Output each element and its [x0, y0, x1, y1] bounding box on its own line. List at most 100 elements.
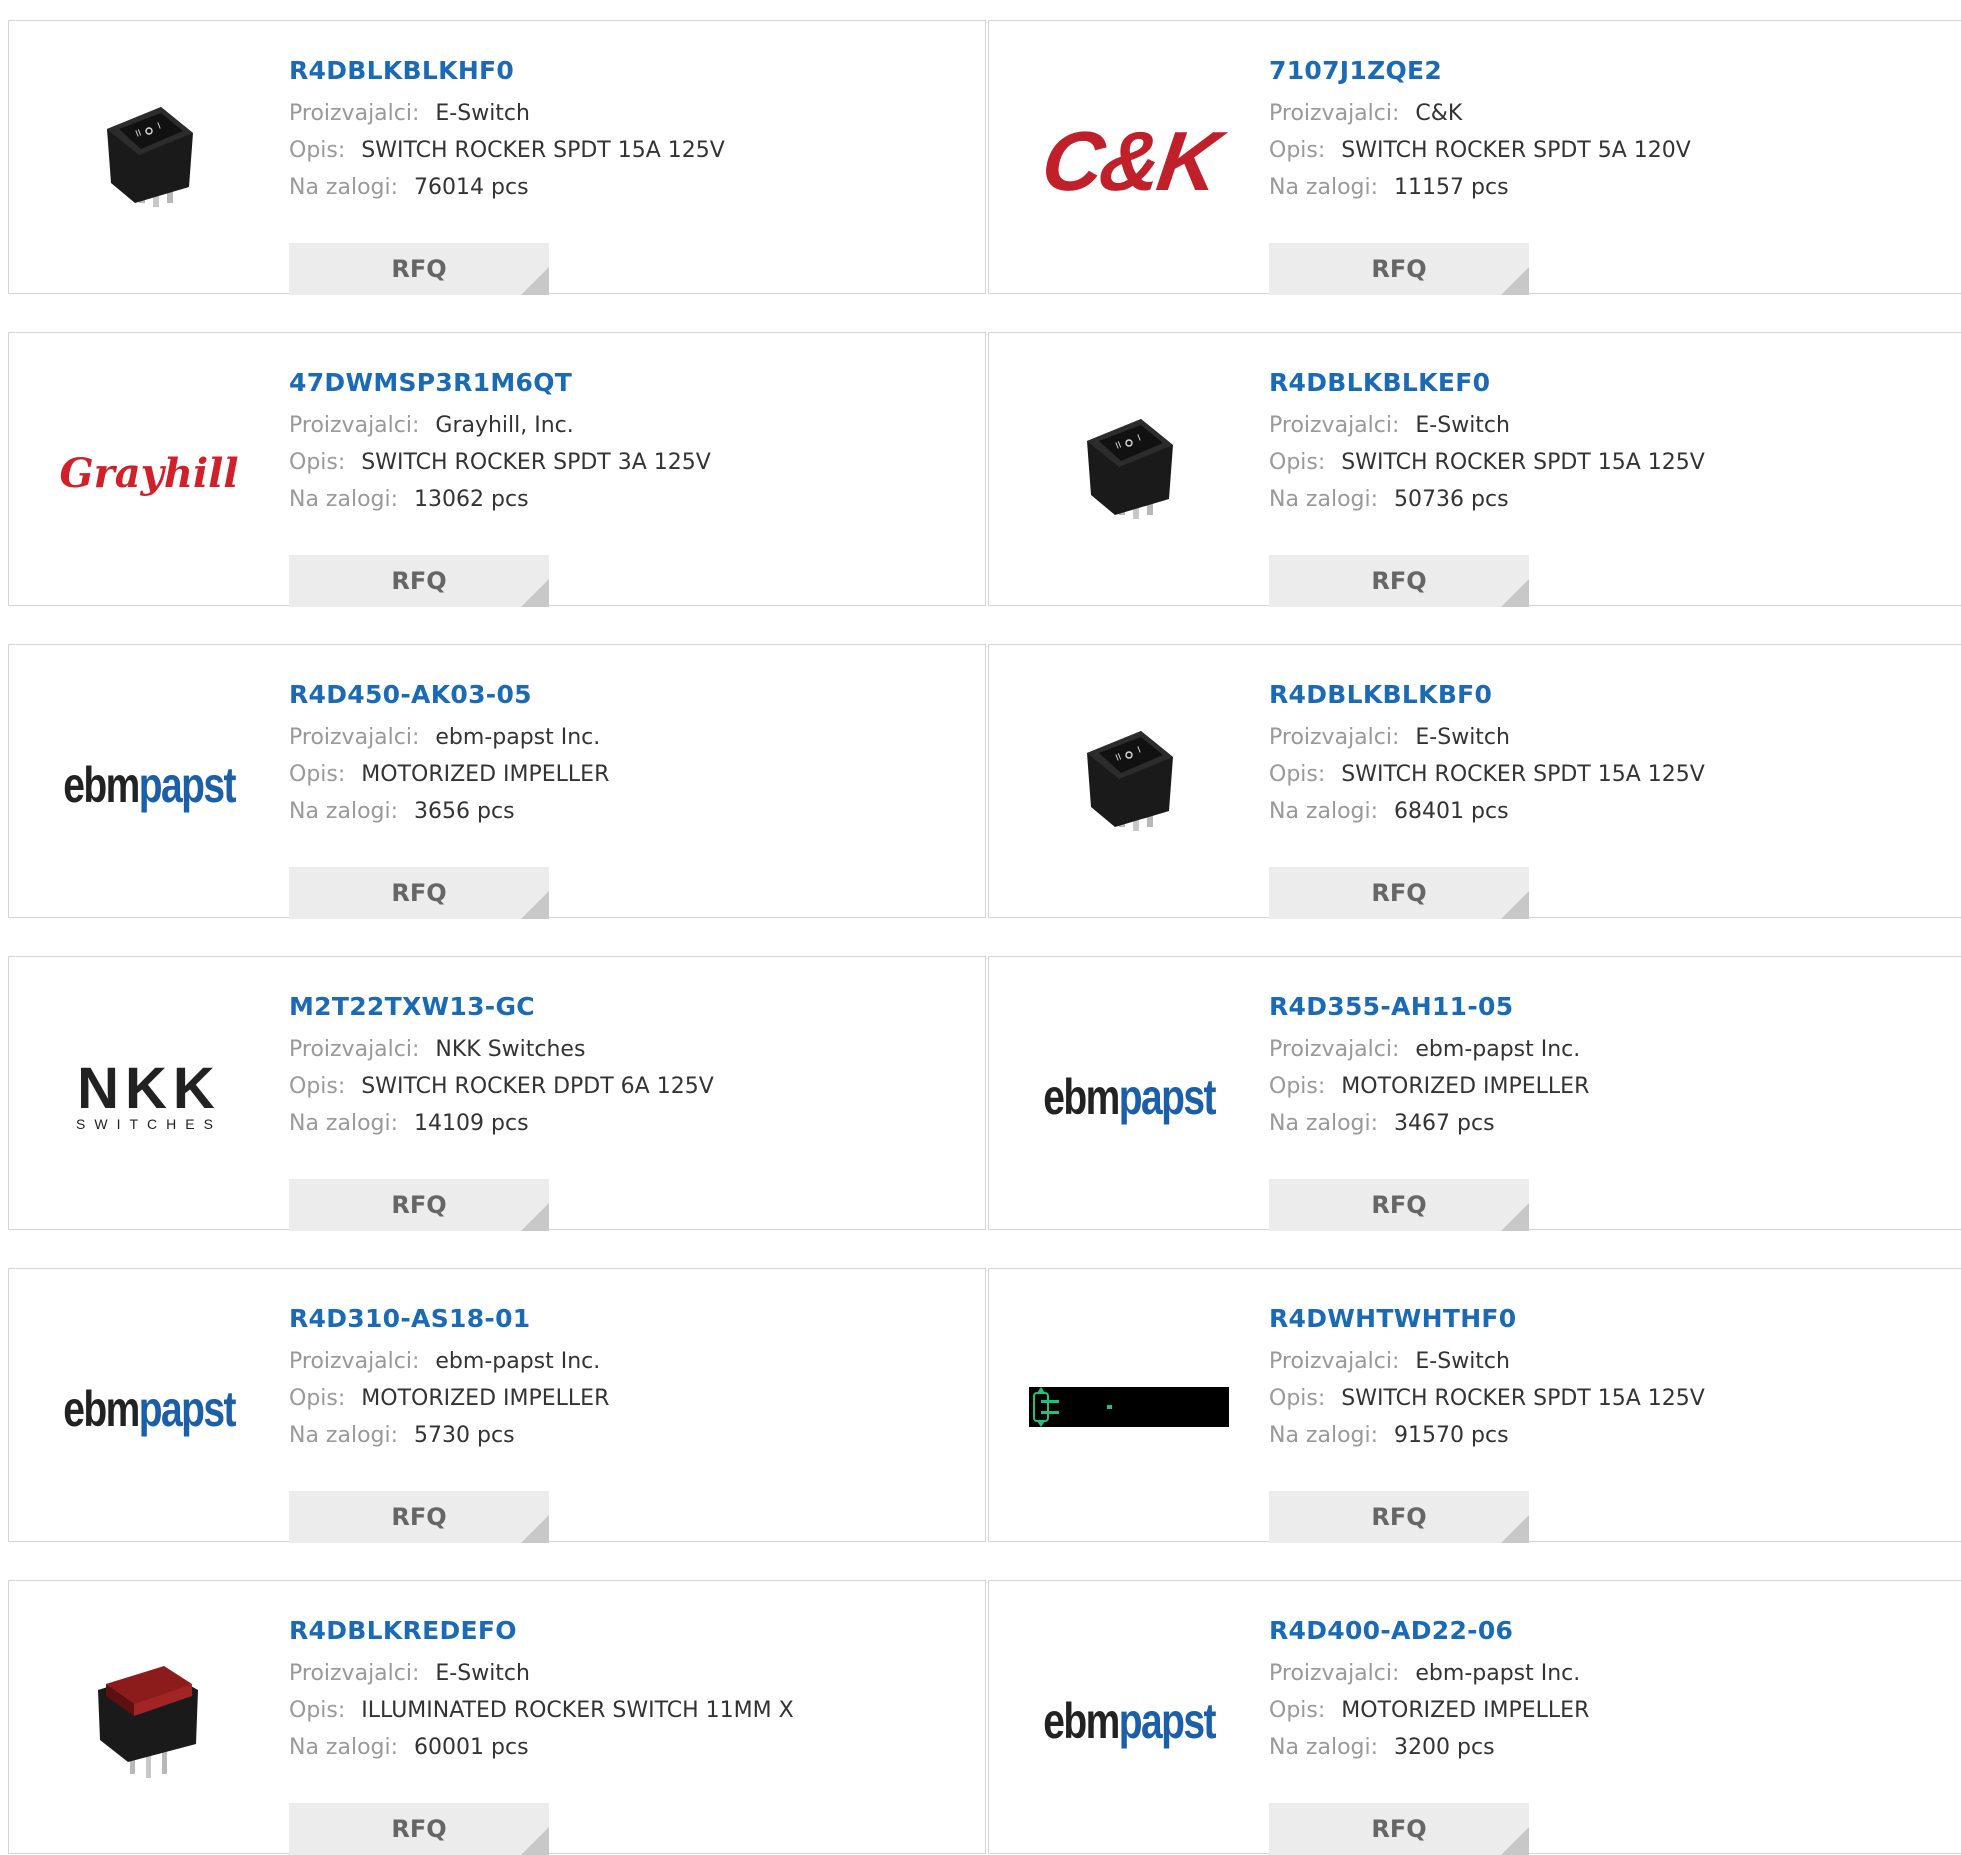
- part-number-link[interactable]: R4DBLKBLKEF0: [1269, 363, 1705, 407]
- part-number-link[interactable]: 47DWMSP3R1M6QT: [289, 363, 711, 407]
- rfq-button[interactable]: RFQ: [1269, 867, 1529, 919]
- manufacturer-value: E-Switch: [1415, 413, 1510, 438]
- rfq-button[interactable]: RFQ: [289, 1179, 549, 1231]
- stock-value: 60001 pcs: [414, 1735, 529, 1760]
- rfq-button[interactable]: RFQ: [1269, 1803, 1529, 1855]
- description-label: Opis:: [1269, 1074, 1326, 1099]
- rfq-button[interactable]: RFQ: [1269, 1179, 1529, 1231]
- rfq-button[interactable]: RFQ: [1269, 243, 1529, 295]
- product-info: R4DBLKREDEFO Proizvajalci: E-Switch Opis:…: [289, 1611, 794, 1855]
- rfq-button[interactable]: RFQ: [289, 555, 549, 607]
- manufacturer-label: Proizvajalci:: [1269, 1037, 1400, 1062]
- part-number-link[interactable]: M2T22TXW13-GC: [289, 987, 714, 1031]
- product-thumbnail[interactable]: ebmpapst: [1029, 1621, 1229, 1821]
- description-value: SWITCH ROCKER SPDT 15A 125V: [1341, 762, 1705, 787]
- product-card: Grayhill 47DWMSP3R1M6QT Proizvajalci: Gra…: [8, 332, 986, 607]
- stock-label: Na zalogi:: [1269, 1735, 1379, 1760]
- description-value: SWITCH ROCKER SPDT 5A 120V: [1341, 138, 1691, 163]
- product-grid: II I R4DBLKBLKHF0 Proizvajalci: E-Switch …: [0, 0, 1961, 1855]
- product-thumbnail[interactable]: Grayhill: [49, 373, 249, 573]
- stock-label: Na zalogi:: [289, 1111, 399, 1136]
- part-number-link[interactable]: R4D355-AH11-05: [1269, 987, 1589, 1031]
- product-thumbnail[interactable]: ebmpapst: [1029, 997, 1229, 1197]
- rfq-button[interactable]: RFQ: [289, 1803, 549, 1855]
- stock-value: 50736 pcs: [1394, 487, 1509, 512]
- description-label: Opis:: [289, 1698, 346, 1723]
- stock-value: 14109 pcs: [414, 1111, 529, 1136]
- part-number-link[interactable]: R4DBLKBLKBF0: [1269, 675, 1705, 719]
- rfq-button[interactable]: RFQ: [289, 1491, 549, 1543]
- stock-row: Na zalogi: 91570 pcs: [1269, 1417, 1705, 1454]
- stock-row: Na zalogi: 3200 pcs: [1269, 1729, 1589, 1766]
- rfq-button-label: RFQ: [1371, 1503, 1427, 1531]
- product-info: R4D450-AK03-05 Proizvajalci: ebm-papst In…: [289, 675, 609, 919]
- description-value: MOTORIZED IMPELLER: [361, 1386, 610, 1411]
- stock-label: Na zalogi:: [1269, 1111, 1379, 1136]
- description-row: Opis: MOTORIZED IMPELLER: [289, 756, 609, 793]
- description-value: MOTORIZED IMPELLER: [1341, 1698, 1590, 1723]
- rfq-button[interactable]: RFQ: [289, 243, 549, 295]
- description-label: Opis:: [1269, 762, 1326, 787]
- stock-value: 3467 pcs: [1394, 1111, 1495, 1136]
- rocker-switch-image: II I: [1069, 713, 1189, 857]
- rfq-button[interactable]: RFQ: [289, 867, 549, 919]
- manufacturer-label: Proizvajalci:: [1269, 1661, 1400, 1686]
- product-card: ebmpapst R4D400-AD22-06 Proizvajalci: ebm…: [988, 1580, 1961, 1855]
- nkk-logo: NKK SWITCHES: [76, 1056, 222, 1133]
- part-number-link[interactable]: R4DBLKREDEFO: [289, 1611, 794, 1655]
- rfq-button-label: RFQ: [1371, 567, 1427, 595]
- part-number-link[interactable]: R4DBLKBLKHF0: [289, 51, 725, 95]
- ebmpapst-logo: ebmpapst: [63, 1381, 236, 1437]
- rfq-button-label: RFQ: [391, 1191, 447, 1219]
- manufacturer-row: Proizvajalci: E-Switch: [289, 95, 725, 132]
- rfq-button[interactable]: RFQ: [1269, 555, 1529, 607]
- product-thumbnail[interactable]: ebmpapst: [49, 685, 249, 885]
- stock-value: 5730 pcs: [414, 1423, 515, 1448]
- manufacturer-value: ebm-papst Inc.: [1415, 1037, 1581, 1062]
- part-number-link[interactable]: 7107J1ZQE2: [1269, 51, 1691, 95]
- description-row: Opis: SWITCH ROCKER DPDT 6A 125V: [289, 1068, 714, 1105]
- description-label: Opis:: [1269, 450, 1326, 475]
- manufacturer-value: E-Switch: [435, 1661, 530, 1686]
- manufacturer-row: Proizvajalci: E-Switch: [289, 1655, 794, 1692]
- product-info: R4DWHTWHTHF0 Proizvajalci: E-Switch Opis:…: [1269, 1299, 1705, 1543]
- manufacturer-value: NKK Switches: [435, 1037, 586, 1062]
- product-thumbnail[interactable]: ebmpapst: [49, 1309, 249, 1509]
- part-number-link[interactable]: R4D450-AK03-05: [289, 675, 609, 719]
- rfq-button[interactable]: RFQ: [1269, 1491, 1529, 1543]
- manufacturer-row: Proizvajalci: E-Switch: [1269, 1343, 1705, 1380]
- product-thumbnail[interactable]: NKK SWITCHES: [49, 997, 249, 1197]
- product-thumbnail[interactable]: [1029, 1309, 1229, 1509]
- product-thumbnail[interactable]: C&K: [1029, 61, 1229, 261]
- product-info: R4DBLKBLKHF0 Proizvajalci: E-Switch Opis:…: [289, 51, 725, 295]
- part-number-link[interactable]: R4D400-AD22-06: [1269, 1611, 1589, 1655]
- description-row: Opis: ILLUMINATED ROCKER SWITCH 11MM X: [289, 1692, 794, 1729]
- part-number-link[interactable]: R4D310-AS18-01: [289, 1299, 609, 1343]
- description-label: Opis:: [289, 138, 346, 163]
- description-value: ILLUMINATED ROCKER SWITCH 11MM X: [361, 1698, 794, 1723]
- part-number-link[interactable]: R4DWHTWHTHF0: [1269, 1299, 1705, 1343]
- description-row: Opis: MOTORIZED IMPELLER: [1269, 1068, 1589, 1105]
- manufacturer-row: Proizvajalci: Grayhill, Inc.: [289, 407, 711, 444]
- rfq-button-label: RFQ: [391, 1503, 447, 1531]
- product-thumbnail[interactable]: II I: [1029, 373, 1229, 573]
- rfq-button-label: RFQ: [391, 567, 447, 595]
- product-info: M2T22TXW13-GC Proizvajalci: NKK Switches …: [289, 987, 714, 1231]
- stock-label: Na zalogi:: [289, 799, 399, 824]
- rfq-button-label: RFQ: [391, 255, 447, 283]
- product-info: 47DWMSP3R1M6QT Proizvajalci: Grayhill, In…: [289, 363, 711, 607]
- ebmpapst-logo: ebmpapst: [1043, 1693, 1216, 1749]
- description-label: Opis:: [289, 1074, 346, 1099]
- description-row: Opis: SWITCH ROCKER SPDT 15A 125V: [1269, 756, 1705, 793]
- stock-row: Na zalogi: 3656 pcs: [289, 793, 609, 830]
- description-label: Opis:: [289, 762, 346, 787]
- ck-logo: C&K: [1035, 113, 1223, 208]
- product-thumbnail[interactable]: II I: [49, 61, 249, 261]
- manufacturer-label: Proizvajalci:: [289, 101, 420, 126]
- rfq-button-label: RFQ: [1371, 255, 1427, 283]
- product-thumbnail[interactable]: [49, 1621, 249, 1821]
- description-value: SWITCH ROCKER SPDT 3A 125V: [361, 450, 711, 475]
- stock-row: Na zalogi: 50736 pcs: [1269, 481, 1705, 518]
- product-thumbnail[interactable]: II I: [1029, 685, 1229, 885]
- manufacturer-row: Proizvajalci: E-Switch: [1269, 407, 1705, 444]
